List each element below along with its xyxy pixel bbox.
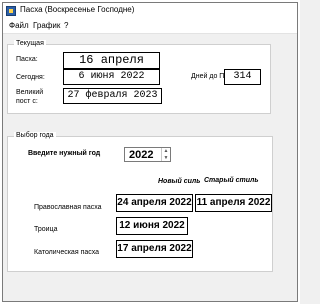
spin-down-icon[interactable]: ▼ — [162, 155, 170, 161]
menu-bar: Файл График ? — [3, 19, 297, 34]
easter-label: Пасха: — [16, 56, 38, 63]
trinity-date-field: 12 июня 2022 — [116, 217, 188, 235]
year-spinbox[interactable]: 2022 ▲ ▼ — [124, 147, 171, 162]
trinity-label: Троица — [34, 226, 58, 233]
menu-help[interactable]: ? — [64, 21, 68, 30]
new-style-header: Новый силь — [158, 178, 201, 185]
easter-date-field: 16 апреля 2023 — [63, 52, 160, 82]
menu-chart[interactable]: График — [33, 21, 60, 30]
current-group: Текущая Пасха: 16 апреля 2023 Сегодня: 6… — [7, 40, 271, 114]
year-prompt: Введите нужный год — [28, 150, 101, 157]
spin-up-icon[interactable]: ▲ — [162, 148, 170, 154]
days-to-easter-field: 314 — [224, 69, 261, 85]
old-style-header: Старый стиль — [204, 177, 259, 184]
app-icon — [6, 6, 16, 16]
title-bar: Пасха (Воскресенье Господне) — [3, 3, 297, 19]
orthodox-easter-new-field: 24 апреля 2022 — [116, 194, 193, 212]
window-title: Пасха (Воскресенье Господне) — [20, 5, 135, 14]
orthodox-easter-label: Православная пасха — [34, 204, 102, 211]
menu-file[interactable]: Файл — [9, 21, 29, 30]
orthodox-easter-old-field: 11 апреля 2022 — [195, 194, 272, 212]
lent-label-line2: пост с: — [16, 98, 38, 105]
year-value[interactable]: 2022 — [129, 149, 153, 161]
lent-date-field: 27 февраля 2023 — [63, 88, 162, 104]
today-date-field: 6 июня 2022 — [63, 69, 160, 85]
year-spin-buttons: ▲ ▼ — [161, 148, 170, 161]
lent-label-line1: Великий — [16, 89, 44, 96]
current-group-title: Текущая — [14, 40, 46, 47]
app-window: Пасха (Воскресенье Господне) Файл График… — [2, 2, 298, 302]
catholic-easter-label: Католическая пасха — [34, 249, 100, 256]
catholic-easter-date-field: 17 апреля 2022 — [116, 240, 193, 258]
today-label: Сегодня: — [16, 74, 45, 81]
year-group-title: Выбор года — [14, 132, 56, 139]
